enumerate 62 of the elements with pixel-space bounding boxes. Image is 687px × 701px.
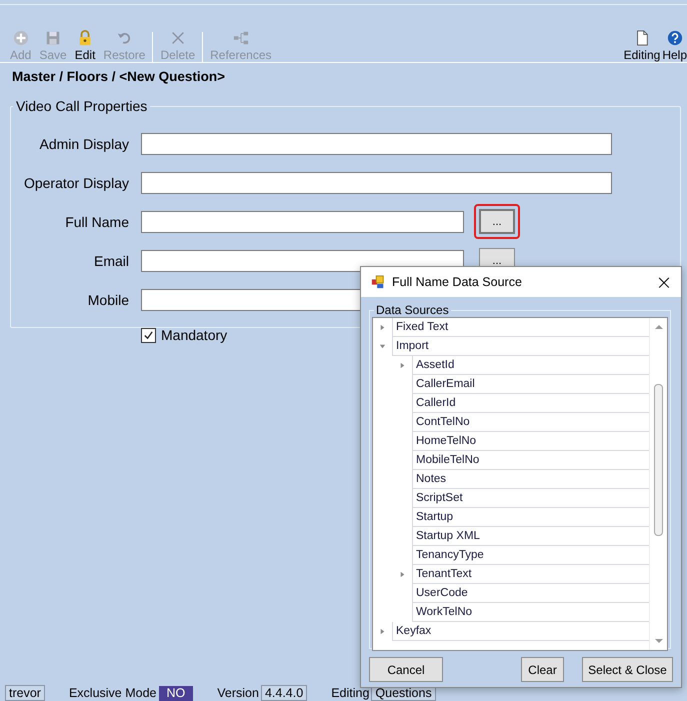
status-label: Version [217, 686, 259, 700]
text-field[interactable] [141, 250, 464, 272]
dialog-title: Full Name Data Source [392, 275, 523, 289]
browse-button[interactable]: ... [479, 209, 515, 234]
lock-icon [77, 30, 94, 46]
expand-arrow-icon[interactable] [399, 362, 406, 369]
delete-icon [170, 30, 186, 46]
tree-item[interactable]: AssetId [412, 356, 649, 375]
save-icon [45, 30, 62, 46]
field-label: Mobile [86, 292, 129, 308]
scroll-down-icon[interactable] [654, 638, 662, 644]
tree-item[interactable]: Startup [412, 508, 649, 527]
collapse-arrow-icon[interactable] [379, 343, 386, 350]
add-icon [12, 30, 29, 46]
status-label: Exclusive Mode [68, 686, 156, 700]
toolbar-button[interactable]: Edit [70, 30, 100, 62]
undo-icon [116, 30, 132, 46]
tree-item[interactable]: Startup XML [412, 527, 649, 546]
tree-item[interactable]: CallerId [412, 394, 649, 413]
dialog-button[interactable]: Select & Close [582, 657, 673, 682]
text-field[interactable] [141, 132, 612, 154]
status-label: Editing [331, 686, 370, 700]
field-label: Full Name [64, 214, 129, 230]
tree-item[interactable]: CallerEmail [412, 375, 649, 394]
group-title: Data Sources [375, 303, 450, 317]
hierarchy-icon [232, 30, 249, 46]
tree-item[interactable]: TenantText [412, 565, 649, 584]
tree-item[interactable]: HomeTelNo [412, 432, 649, 451]
tree-item[interactable]: ContTelNo [412, 413, 649, 432]
dialog-button[interactable]: Cancel [369, 657, 443, 682]
tree-item[interactable]: Fixed Text [392, 318, 649, 337]
checkbox[interactable] [141, 328, 156, 342]
checkmark-icon [143, 330, 154, 340]
toolbar-button[interactable]: Editing [622, 30, 662, 62]
dialog-button[interactable]: Clear [521, 657, 564, 682]
exclusive-mode-value: NO [158, 686, 194, 700]
field-label: Operator Display [22, 174, 129, 190]
breadcrumb: Master / Floors / <New Question> [11, 68, 226, 84]
user-name: trevor [5, 685, 45, 701]
text-field[interactable] [141, 210, 464, 232]
tree-item[interactable]: ScriptSet [412, 489, 649, 508]
group-title: Video Call Properties [15, 98, 148, 114]
tree-item[interactable]: UserCode [412, 584, 649, 603]
app-icon [371, 275, 385, 289]
expand-arrow-icon[interactable] [379, 628, 386, 635]
expand-arrow-icon[interactable] [399, 571, 406, 578]
tree-item[interactable]: Keyfax [392, 622, 649, 641]
checkbox-label: Mandatory [161, 327, 228, 343]
close-button[interactable]: × [647, 267, 681, 297]
tree-item[interactable]: Notes [412, 470, 649, 489]
tree-item[interactable]: TenancyType [412, 546, 649, 565]
help-icon [666, 30, 683, 46]
field-label: Admin Display [38, 136, 129, 152]
expand-arrow-icon[interactable] [379, 324, 386, 331]
scroll-thumb[interactable] [654, 384, 663, 536]
scroll-up-icon[interactable] [654, 324, 662, 330]
tree-item[interactable]: WorkTelNo [412, 603, 649, 622]
toolbar-button[interactable]: Help [660, 30, 687, 62]
text-field[interactable] [141, 172, 612, 194]
tree-item[interactable]: MobileTelNo [412, 451, 649, 470]
field-label: Email [92, 252, 129, 268]
version-value: 4.4.4.0 [260, 685, 308, 701]
